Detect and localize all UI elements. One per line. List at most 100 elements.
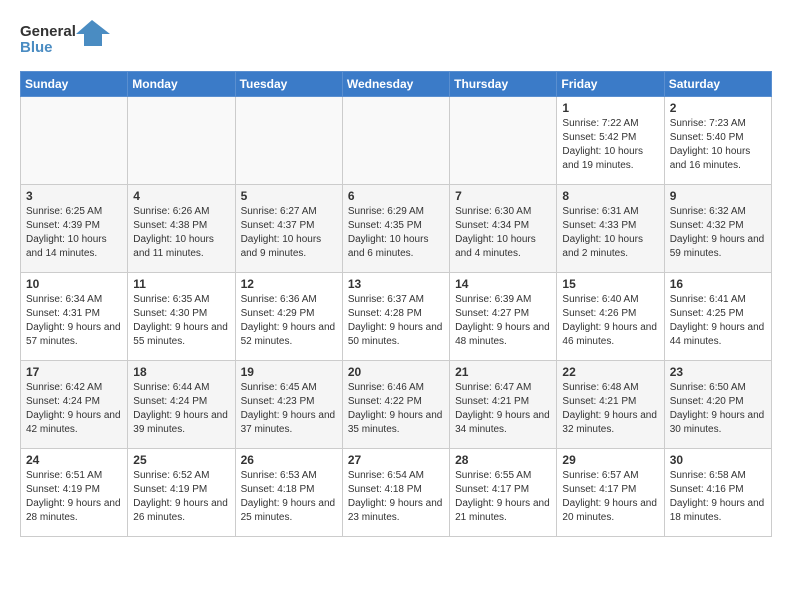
calendar-header-row: SundayMondayTuesdayWednesdayThursdayFrid… — [21, 72, 772, 97]
day-number: 30 — [670, 453, 766, 467]
day-info: Sunrise: 6:42 AM Sunset: 4:24 PM Dayligh… — [26, 381, 122, 437]
day-number: 1 — [562, 101, 658, 115]
calendar-cell: 30 Sunrise: 6:58 AM Sunset: 4:16 PM Dayli… — [664, 449, 771, 537]
calendar-cell: 22 Sunrise: 6:48 AM Sunset: 4:21 PM Dayli… — [557, 361, 664, 449]
day-number: 18 — [133, 365, 229, 379]
col-header-saturday: Saturday — [664, 72, 771, 97]
calendar-week-4: 17 Sunrise: 6:42 AM Sunset: 4:24 PM Dayli… — [21, 361, 772, 449]
calendar-cell: 13 Sunrise: 6:37 AM Sunset: 4:28 PM Dayli… — [342, 273, 449, 361]
calendar-cell: 10 Sunrise: 6:34 AM Sunset: 4:31 PM Dayli… — [21, 273, 128, 361]
day-number: 11 — [133, 277, 229, 291]
day-number: 7 — [455, 189, 551, 203]
calendar-cell: 28 Sunrise: 6:55 AM Sunset: 4:17 PM Dayli… — [450, 449, 557, 537]
calendar-week-5: 24Sunrise: 6:51 AM Sunset: 4:19 PM Dayli… — [21, 449, 772, 537]
day-number: 26 — [241, 453, 337, 467]
day-number: 21 — [455, 365, 551, 379]
logo-block: GeneralBlue — [20, 20, 110, 65]
calendar-cell: 16 Sunrise: 6:41 AM Sunset: 4:25 PM Dayli… — [664, 273, 771, 361]
calendar-cell: 27 Sunrise: 6:54 AM Sunset: 4:18 PM Dayli… — [342, 449, 449, 537]
calendar-cell — [21, 97, 128, 185]
day-number: 16 — [670, 277, 766, 291]
calendar-cell: 7Sunrise: 6:30 AM Sunset: 4:34 PM Daylig… — [450, 185, 557, 273]
day-number: 6 — [348, 189, 444, 203]
calendar-cell: 11 Sunrise: 6:35 AM Sunset: 4:30 PM Dayli… — [128, 273, 235, 361]
day-number: 4 — [133, 189, 229, 203]
day-info: Sunrise: 6:29 AM Sunset: 4:35 PM Dayligh… — [348, 205, 444, 261]
day-info: Sunrise: 6:31 AM Sunset: 4:33 PM Dayligh… — [562, 205, 658, 261]
calendar-table: SundayMondayTuesdayWednesdayThursdayFrid… — [20, 71, 772, 537]
day-number: 10 — [26, 277, 122, 291]
day-info: Sunrise: 6:26 AM Sunset: 4:38 PM Dayligh… — [133, 205, 229, 261]
col-header-wednesday: Wednesday — [342, 72, 449, 97]
day-info: Sunrise: 6:57 AM Sunset: 4:17 PM Dayligh… — [562, 469, 658, 525]
day-number: 14 — [455, 277, 551, 291]
day-number: 3 — [26, 189, 122, 203]
day-number: 25 — [133, 453, 229, 467]
day-info: Sunrise: 6:53 AM Sunset: 4:18 PM Dayligh… — [241, 469, 337, 525]
calendar-cell — [342, 97, 449, 185]
calendar-cell: 18 Sunrise: 6:44 AM Sunset: 4:24 PM Dayli… — [128, 361, 235, 449]
calendar-cell: 6 Sunrise: 6:29 AM Sunset: 4:35 PM Daylig… — [342, 185, 449, 273]
day-info: Sunrise: 6:36 AM Sunset: 4:29 PM Dayligh… — [241, 293, 337, 349]
day-info: Sunrise: 7:22 AM Sunset: 5:42 PM Dayligh… — [562, 117, 658, 173]
day-info: Sunrise: 6:55 AM Sunset: 4:17 PM Dayligh… — [455, 469, 551, 525]
calendar-week-1: 1 Sunrise: 7:22 AM Sunset: 5:42 PM Daylig… — [21, 97, 772, 185]
col-header-sunday: Sunday — [21, 72, 128, 97]
calendar-cell: 8 Sunrise: 6:31 AM Sunset: 4:33 PM Daylig… — [557, 185, 664, 273]
calendar-cell: 26 Sunrise: 6:53 AM Sunset: 4:18 PM Dayli… — [235, 449, 342, 537]
day-info: Sunrise: 6:48 AM Sunset: 4:21 PM Dayligh… — [562, 381, 658, 437]
calendar-cell — [128, 97, 235, 185]
day-number: 8 — [562, 189, 658, 203]
day-number: 15 — [562, 277, 658, 291]
calendar-cell: 19Sunrise: 6:45 AM Sunset: 4:23 PM Dayli… — [235, 361, 342, 449]
calendar-week-2: 3 Sunrise: 6:25 AM Sunset: 4:39 PM Daylig… — [21, 185, 772, 273]
day-info: Sunrise: 6:44 AM Sunset: 4:24 PM Dayligh… — [133, 381, 229, 437]
day-info: Sunrise: 6:25 AM Sunset: 4:39 PM Dayligh… — [26, 205, 122, 261]
day-info: Sunrise: 6:39 AM Sunset: 4:27 PM Dayligh… — [455, 293, 551, 349]
svg-text:Blue: Blue — [20, 39, 53, 56]
calendar-cell: 1 Sunrise: 7:22 AM Sunset: 5:42 PM Daylig… — [557, 97, 664, 185]
day-info: Sunrise: 6:41 AM Sunset: 4:25 PM Dayligh… — [670, 293, 766, 349]
day-info: Sunrise: 6:32 AM Sunset: 4:32 PM Dayligh… — [670, 205, 766, 261]
day-number: 17 — [26, 365, 122, 379]
day-info: Sunrise: 6:54 AM Sunset: 4:18 PM Dayligh… — [348, 469, 444, 525]
logo-svg: GeneralBlue — [20, 20, 110, 60]
day-number: 27 — [348, 453, 444, 467]
calendar-cell: 2Sunrise: 7:23 AM Sunset: 5:40 PM Daylig… — [664, 97, 771, 185]
calendar-cell: 12 Sunrise: 6:36 AM Sunset: 4:29 PM Dayli… — [235, 273, 342, 361]
calendar-cell: 15 Sunrise: 6:40 AM Sunset: 4:26 PM Dayli… — [557, 273, 664, 361]
day-info: Sunrise: 6:58 AM Sunset: 4:16 PM Dayligh… — [670, 469, 766, 525]
day-number: 24 — [26, 453, 122, 467]
day-info: Sunrise: 6:35 AM Sunset: 4:30 PM Dayligh… — [133, 293, 229, 349]
day-info: Sunrise: 6:46 AM Sunset: 4:22 PM Dayligh… — [348, 381, 444, 437]
day-number: 22 — [562, 365, 658, 379]
calendar-cell: 9 Sunrise: 6:32 AM Sunset: 4:32 PM Daylig… — [664, 185, 771, 273]
calendar-cell: 4 Sunrise: 6:26 AM Sunset: 4:38 PM Daylig… — [128, 185, 235, 273]
day-info: Sunrise: 6:45 AM Sunset: 4:23 PM Dayligh… — [241, 381, 337, 437]
day-number: 23 — [670, 365, 766, 379]
day-info: Sunrise: 6:50 AM Sunset: 4:20 PM Dayligh… — [670, 381, 766, 437]
svg-text:General: General — [20, 23, 76, 40]
day-info: Sunrise: 6:34 AM Sunset: 4:31 PM Dayligh… — [26, 293, 122, 349]
calendar-cell: 29Sunrise: 6:57 AM Sunset: 4:17 PM Dayli… — [557, 449, 664, 537]
calendar-week-3: 10 Sunrise: 6:34 AM Sunset: 4:31 PM Dayli… — [21, 273, 772, 361]
header-row: GeneralBlue — [20, 16, 772, 65]
calendar-cell: 20Sunrise: 6:46 AM Sunset: 4:22 PM Dayli… — [342, 361, 449, 449]
day-number: 12 — [241, 277, 337, 291]
col-header-friday: Friday — [557, 72, 664, 97]
calendar-cell: 23 Sunrise: 6:50 AM Sunset: 4:20 PM Dayli… — [664, 361, 771, 449]
calendar-cell: 14 Sunrise: 6:39 AM Sunset: 4:27 PM Dayli… — [450, 273, 557, 361]
calendar-cell: 3 Sunrise: 6:25 AM Sunset: 4:39 PM Daylig… — [21, 185, 128, 273]
day-number: 28 — [455, 453, 551, 467]
calendar-cell — [235, 97, 342, 185]
day-number: 13 — [348, 277, 444, 291]
calendar-cell — [450, 97, 557, 185]
logo: GeneralBlue — [20, 20, 110, 65]
day-info: Sunrise: 6:40 AM Sunset: 4:26 PM Dayligh… — [562, 293, 658, 349]
calendar-cell: 5Sunrise: 6:27 AM Sunset: 4:37 PM Daylig… — [235, 185, 342, 273]
calendar-cell: 25Sunrise: 6:52 AM Sunset: 4:19 PM Dayli… — [128, 449, 235, 537]
day-number: 9 — [670, 189, 766, 203]
day-info: Sunrise: 6:37 AM Sunset: 4:28 PM Dayligh… — [348, 293, 444, 349]
col-header-monday: Monday — [128, 72, 235, 97]
day-number: 5 — [241, 189, 337, 203]
